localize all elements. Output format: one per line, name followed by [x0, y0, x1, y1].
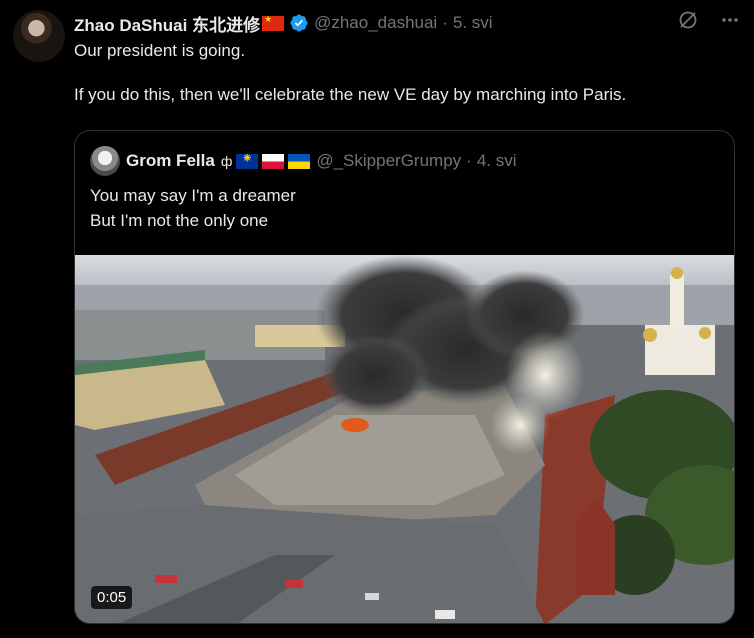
grok-icon[interactable]	[678, 10, 698, 35]
quoted-author-avatar[interactable]	[90, 146, 120, 176]
quoted-text: You may say I'm a dreamer But I'm not th…	[90, 183, 296, 233]
video-player[interactable]: 0:05	[75, 255, 734, 623]
quoted-handle[interactable]: @_SkipperGrumpy	[316, 151, 461, 171]
video-frame-image	[75, 255, 734, 623]
china-flag-icon	[262, 14, 285, 31]
quoted-time[interactable]: 4. svi	[477, 151, 517, 171]
tweet-header: Zhao DaShuai 东北进修 @zhao_dashuai · 5. svi	[74, 10, 740, 36]
ukraine-flag-icon	[288, 153, 311, 169]
symbol-icon: ф	[220, 153, 233, 169]
post-time[interactable]: 5. svi	[453, 13, 493, 33]
tweet-text: Our president is going. If you do this, …	[74, 40, 734, 106]
poland-flag-icon	[262, 153, 285, 169]
author-handle[interactable]: @zhao_dashuai	[314, 13, 437, 33]
quoted-text-line: But I'm not the only one	[90, 211, 269, 230]
quoted-tweet[interactable]: Grom Fella ф @_SkipperGrumpy · 4. svi Yo…	[74, 130, 735, 624]
quoted-header: Grom Fella ф @_SkipperGrumpy · 4. svi	[90, 146, 517, 176]
separator: ·	[466, 151, 472, 170]
quoted-author-name[interactable]: Grom Fella	[126, 151, 215, 171]
eu-flag-icon	[236, 150, 259, 169]
separator: ·	[442, 13, 448, 32]
tweet-text-line: If you do this, then we'll celebrate the…	[74, 85, 627, 104]
author-name[interactable]: Zhao DaShuai 东北进修	[74, 11, 260, 36]
more-options-icon[interactable]	[720, 10, 740, 35]
header-actions	[678, 10, 740, 35]
tweet-text-line: Our president is going.	[74, 41, 246, 60]
author-avatar[interactable]	[13, 10, 65, 62]
video-duration: 0:05	[91, 586, 133, 609]
quoted-text-line: You may say I'm a dreamer	[90, 186, 296, 205]
verified-badge-icon[interactable]	[289, 13, 309, 33]
